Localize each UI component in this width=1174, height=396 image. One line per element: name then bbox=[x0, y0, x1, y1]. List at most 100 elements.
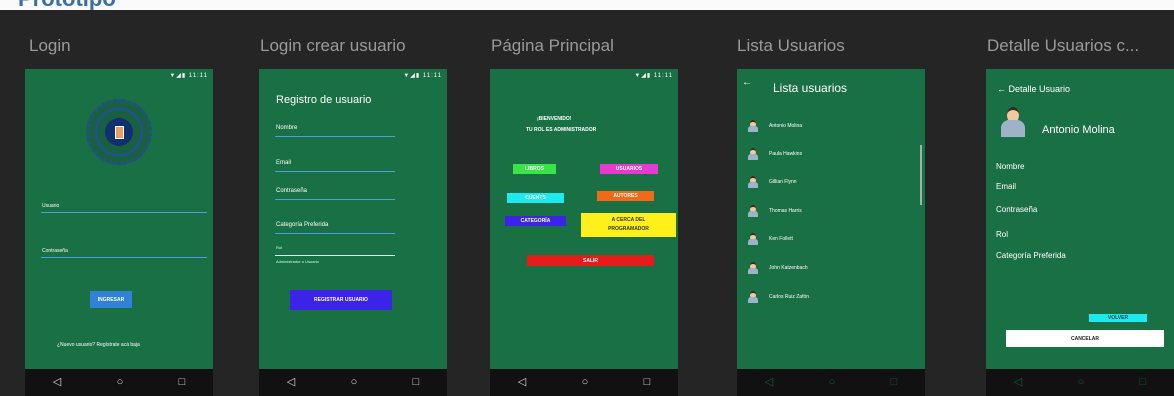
app-logo-icon bbox=[105, 118, 133, 146]
salir-button[interactable]: SALIR bbox=[527, 255, 654, 266]
status-icons: ▼◢▮ 11:11 bbox=[169, 73, 208, 79]
back-icon[interactable]: ◁ bbox=[518, 377, 526, 388]
rol-label: Rol bbox=[996, 230, 1009, 239]
role-text: TU ROL ES ADMINISTRADOR bbox=[526, 127, 597, 133]
list-scrollbar[interactable] bbox=[920, 145, 922, 205]
list-item[interactable]: Carlos Ruiz Zafón bbox=[747, 290, 809, 304]
user-name: John Katzenbach bbox=[769, 265, 808, 271]
phone-login: ▼◢▮ 11:11 Usuario Contraseña INGRESAR ¿N… bbox=[25, 69, 213, 396]
user-avatar-icon bbox=[747, 233, 759, 245]
welcome-text: ¡BIENVENIDO! bbox=[537, 116, 572, 122]
user-avatar-icon bbox=[747, 120, 759, 132]
registro-title: Registro de usuario bbox=[276, 94, 372, 106]
status-bar: ▼◢▮ 11:11 bbox=[25, 69, 213, 83]
acerca-programador-button[interactable]: A CERCA DEL PROGRAMADOR bbox=[581, 213, 676, 237]
nombre-label: Nombre bbox=[276, 125, 298, 131]
recents-icon[interactable]: □ bbox=[413, 377, 420, 388]
detalle-header[interactable]: ← Detalle Usuario bbox=[997, 84, 1070, 94]
user-name: Paula Hawkins bbox=[769, 151, 803, 157]
user-name: Gillian Flynn bbox=[769, 179, 797, 185]
android-navbar: ◁ ○ □ bbox=[737, 369, 925, 396]
categoria-label: Categoría Preferida bbox=[276, 222, 329, 228]
status-bar: ▼◢▮ 11:11 bbox=[490, 69, 678, 83]
registrar-usuario-button[interactable]: REGISTRAR USUARIO bbox=[290, 290, 392, 310]
email-label: Email bbox=[996, 182, 1017, 191]
libros-button[interactable]: LIBROS bbox=[513, 164, 556, 174]
ingresar-button[interactable]: INGRESAR bbox=[90, 291, 132, 308]
status-icons: ▼◢▮ 11:11 bbox=[403, 73, 442, 79]
back-arrow-icon[interactable]: ← bbox=[742, 77, 752, 88]
contrasena-input[interactable] bbox=[41, 257, 207, 258]
user-name: Ken Follett bbox=[769, 236, 793, 242]
contrasena-label: Contraseña bbox=[276, 188, 308, 194]
home-icon[interactable]: ○ bbox=[1078, 377, 1085, 388]
user-name: Carlos Ruiz Zafón bbox=[769, 294, 810, 300]
home-icon[interactable]: ○ bbox=[117, 377, 124, 388]
categoria-label: Categoría Preferida bbox=[996, 251, 1066, 260]
back-icon[interactable]: ◁ bbox=[765, 377, 773, 388]
home-icon[interactable]: ○ bbox=[582, 377, 589, 388]
list-item[interactable]: Antonio Molina bbox=[747, 119, 802, 133]
back-icon[interactable]: ◁ bbox=[1014, 377, 1022, 388]
autores-button[interactable]: AUTORES bbox=[597, 191, 654, 201]
usuario-label: Usuario bbox=[42, 203, 60, 209]
usuario-input[interactable] bbox=[41, 212, 207, 213]
home-icon[interactable]: ○ bbox=[351, 377, 358, 388]
user-avatar-icon bbox=[747, 148, 759, 160]
frame-title-lista-usuarios[interactable]: Lista Usuarios bbox=[737, 36, 845, 56]
recents-icon[interactable]: □ bbox=[179, 377, 186, 388]
back-icon[interactable]: ◁ bbox=[53, 377, 61, 388]
cancelar-button[interactable]: CANCELAR bbox=[1006, 330, 1164, 347]
acerca-line1: A CERCA DEL bbox=[611, 217, 646, 223]
recents-icon[interactable]: □ bbox=[1140, 377, 1147, 388]
acerca-line2: PROGRAMADOR bbox=[608, 226, 649, 232]
nombre-label: Nombre bbox=[996, 162, 1025, 171]
list-item[interactable]: Gillian Flynn bbox=[747, 175, 797, 189]
rol-label: Rol bbox=[276, 245, 283, 250]
rol-hint: Administrador o Usuario bbox=[276, 259, 319, 264]
recents-icon[interactable]: □ bbox=[891, 377, 898, 388]
frame-title-crear-usuario[interactable]: Login crear usuario bbox=[260, 36, 406, 56]
lista-title: Lista usuarios bbox=[773, 81, 848, 95]
frame-title-principal[interactable]: Página Principal bbox=[491, 36, 614, 56]
back-icon[interactable]: ◁ bbox=[287, 377, 295, 388]
contrasena-input[interactable] bbox=[275, 199, 395, 200]
recents-icon[interactable]: □ bbox=[644, 377, 651, 388]
register-link[interactable]: ¿Nuevo usuario? Regístrate acá baja bbox=[57, 342, 140, 348]
phone-detalle-usuario: ← Detalle Usuario Antonio Molina Nombre … bbox=[986, 69, 1174, 396]
contrasena-label: Contraseña bbox=[996, 205, 1038, 214]
user-avatar-icon bbox=[747, 291, 759, 303]
list-item[interactable]: Thomas Harris bbox=[747, 204, 802, 218]
categoria-input[interactable] bbox=[275, 233, 395, 234]
contrasena-label: Contraseña bbox=[42, 248, 68, 254]
rol-input[interactable] bbox=[275, 255, 395, 256]
android-navbar: ◁ ○ □ bbox=[25, 369, 213, 396]
cuentas-button[interactable]: CUENTS bbox=[507, 193, 564, 203]
user-avatar-icon bbox=[747, 176, 759, 188]
usuarios-button[interactable]: USUARIOS bbox=[600, 164, 658, 174]
android-navbar: ◁ ○ □ bbox=[490, 369, 678, 396]
user-name: Thomas Harris bbox=[769, 208, 802, 214]
android-navbar: ◁ ○ □ bbox=[259, 369, 447, 396]
volver-button[interactable]: VOLVER bbox=[1089, 314, 1147, 322]
phone-principal: ▼◢▮ 11:11 ¡BIENVENIDO! TU ROL ES ADMINIS… bbox=[490, 69, 678, 396]
categoria-button[interactable]: CATEGORÍA bbox=[505, 216, 566, 226]
detalle-user-name: Antonio Molina bbox=[1042, 124, 1115, 136]
user-avatar-icon bbox=[747, 205, 759, 217]
user-avatar-icon bbox=[747, 262, 759, 274]
list-item[interactable]: Ken Follett bbox=[747, 232, 793, 246]
user-name: Antonio Molina bbox=[769, 123, 803, 129]
status-bar: ▼◢▮ 11:11 bbox=[259, 69, 447, 83]
frame-title-detalle-usuarios[interactable]: Detalle Usuarios c... bbox=[987, 36, 1139, 56]
frame-title-login[interactable]: Login bbox=[29, 36, 71, 56]
page-header-strip: Prototipo bbox=[0, 0, 1174, 10]
list-item[interactable]: Paula Hawkins bbox=[747, 147, 802, 161]
home-icon[interactable]: ○ bbox=[829, 377, 836, 388]
list-item[interactable]: John Katzenbach bbox=[747, 261, 808, 275]
nombre-input[interactable] bbox=[275, 136, 395, 137]
status-icons: ▼◢▮ 11:11 bbox=[634, 73, 673, 79]
android-navbar: ◁ ○ □ bbox=[986, 369, 1174, 396]
email-input[interactable] bbox=[275, 171, 395, 172]
phone-registro: ▼◢▮ 11:11 Registro de usuario Nombre Ema… bbox=[259, 69, 447, 396]
email-label: Email bbox=[276, 160, 292, 166]
